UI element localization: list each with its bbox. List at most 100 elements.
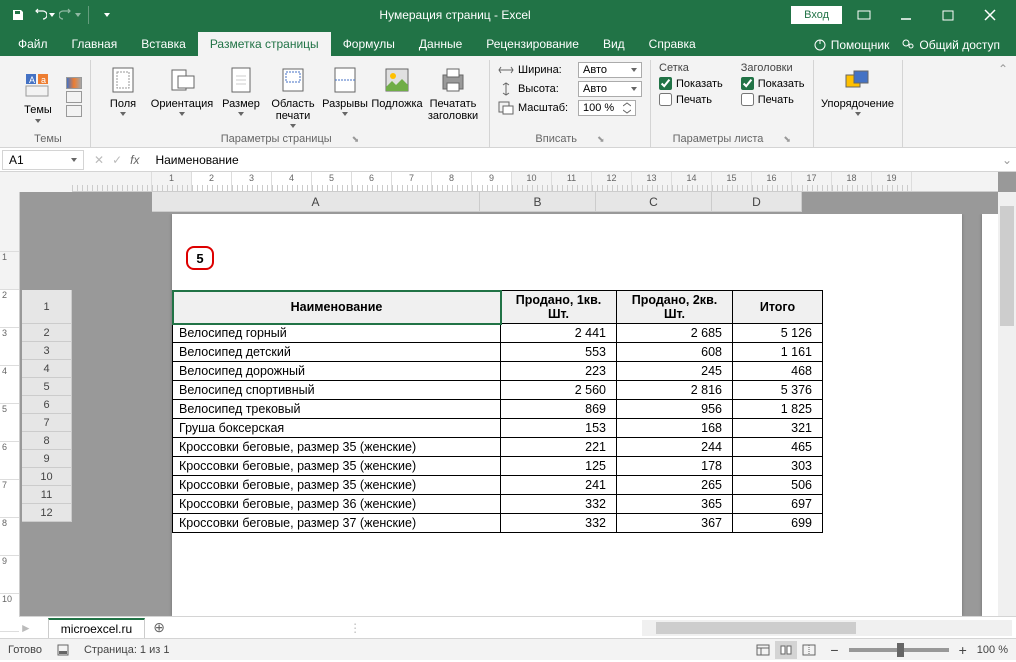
scale-spin[interactable]: 100 % [578, 100, 636, 116]
themes-button[interactable]: Aa Темы [14, 68, 62, 124]
minimize-icon[interactable] [886, 0, 926, 30]
expand-formula-icon[interactable]: ⌄ [998, 153, 1016, 167]
sheet-tab[interactable]: microexcel.ru [48, 618, 145, 638]
enter-formula-icon[interactable]: ✓ [112, 153, 122, 167]
group-sheet-options: Сетка Показать Печать Заголовки Показать… [651, 60, 814, 147]
zoom-in-icon[interactable]: + [959, 642, 967, 658]
data-table[interactable]: НаименованиеПродано, 1кв. Шт.Продано, 2к… [172, 290, 823, 533]
print-area-button[interactable]: Область печати [269, 62, 317, 130]
name-box[interactable]: A1 [2, 150, 84, 170]
svg-text:a: a [41, 75, 46, 85]
qat-customize-icon[interactable] [95, 3, 119, 27]
login-button[interactable]: Вход [791, 6, 842, 24]
row-header[interactable]: 5 [22, 378, 72, 396]
theme-fonts-icon[interactable] [66, 91, 82, 103]
title-bar: Нумерация страниц - Excel Вход [0, 0, 1016, 30]
status-ready: Готово [8, 644, 42, 656]
tab-home[interactable]: Главная [60, 32, 130, 56]
share-button[interactable]: Общий доступ [901, 38, 1000, 52]
tab-insert[interactable]: Вставка [129, 32, 198, 56]
headings-print-checkbox[interactable]: Печать [741, 93, 805, 106]
headings-heading: Заголовки [741, 62, 805, 74]
height-icon [498, 82, 514, 96]
tab-view[interactable]: Вид [591, 32, 637, 56]
vertical-scrollbar[interactable] [998, 192, 1016, 616]
group-label-themes: Темы [34, 133, 62, 145]
page-setup-launcher-icon[interactable]: ⬊ [352, 134, 360, 145]
size-button[interactable]: Размер [217, 62, 265, 118]
row-header[interactable]: 6 [22, 396, 72, 414]
insert-function-icon[interactable]: fx [130, 153, 139, 167]
row-header[interactable]: 4 [22, 360, 72, 378]
theme-colors-icon[interactable] [66, 77, 82, 89]
row-header[interactable]: 9 [22, 450, 72, 468]
column-header[interactable]: D [712, 192, 802, 212]
undo-icon[interactable] [32, 3, 56, 27]
new-sheet-icon[interactable]: ⊕ [149, 618, 169, 638]
tab-page-layout[interactable]: Разметка страницы [198, 32, 331, 56]
margins-button[interactable]: Поля [99, 62, 147, 118]
sheet-opts-launcher-icon[interactable]: ⬊ [783, 134, 791, 145]
zoom-out-icon[interactable]: − [830, 642, 838, 658]
group-label-page-setup: Параметры страницы [221, 133, 332, 145]
group-label-sheet-opts: Параметры листа [673, 133, 764, 145]
page-layout-view-icon[interactable] [775, 641, 797, 659]
row-header[interactable]: 7 [22, 414, 72, 432]
background-button[interactable]: Подложка [373, 62, 421, 112]
window-title: Нумерация страниц - Excel [119, 8, 791, 22]
vertical-ruler[interactable]: 12345678910 [0, 192, 20, 616]
sheet-nav-next-icon[interactable]: ► [20, 621, 32, 635]
close-icon[interactable] [970, 0, 1010, 30]
orientation-button[interactable]: Ориентация [151, 62, 213, 118]
ribbon-display-icon[interactable] [844, 0, 884, 30]
tab-data[interactable]: Данные [407, 32, 474, 56]
normal-view-icon[interactable] [752, 641, 774, 659]
column-header[interactable]: C [596, 192, 712, 212]
theme-effects-icon[interactable] [66, 105, 82, 117]
tell-me-button[interactable]: Помощник [813, 38, 890, 52]
gridlines-heading: Сетка [659, 62, 723, 74]
zoom-slider[interactable] [849, 648, 949, 652]
height-combo[interactable]: Авто [578, 81, 642, 97]
column-header[interactable]: B [480, 192, 596, 212]
headings-view-checkbox[interactable]: Показать [741, 77, 805, 90]
arrange-button[interactable]: Упорядочение [822, 62, 894, 118]
zoom-level[interactable]: 100 % [977, 644, 1008, 656]
breaks-button[interactable]: Разрывы [321, 62, 369, 118]
macro-record-icon[interactable] [56, 643, 70, 657]
row-header[interactable]: 8 [22, 432, 72, 450]
page-break-view-icon[interactable] [798, 641, 820, 659]
page-preview-next [982, 214, 998, 616]
row-header[interactable]: 1 [22, 290, 72, 324]
maximize-icon[interactable] [928, 0, 968, 30]
horizontal-scrollbar[interactable] [642, 620, 1012, 636]
tab-review[interactable]: Рецензирование [474, 32, 591, 56]
page-preview: 5 НаименованиеПродано, 1кв. Шт.Продано, … [172, 214, 962, 616]
ribbon-tabs: Файл Главная Вставка Разметка страницы Ф… [0, 30, 1016, 56]
tab-help[interactable]: Справка [637, 32, 708, 56]
formula-input[interactable]: Наименование [147, 151, 998, 169]
gridlines-print-checkbox[interactable]: Печать [659, 93, 723, 106]
row-header[interactable]: 11 [22, 486, 72, 504]
width-combo[interactable]: Авто [578, 62, 642, 78]
svg-text:A: A [29, 75, 35, 85]
column-header[interactable]: A [152, 192, 480, 212]
row-header[interactable]: 3 [22, 342, 72, 360]
gridlines-view-checkbox[interactable]: Показать [659, 77, 723, 90]
collapse-ribbon-icon[interactable]: ⌃ [996, 60, 1010, 147]
status-page: Страница: 1 из 1 [84, 644, 170, 656]
print-titles-button[interactable]: Печатать заголовки [425, 62, 481, 124]
horizontal-ruler[interactable]: 12345678910111213141516171819 [72, 172, 998, 192]
formula-bar: A1 ✕ ✓ fx Наименование ⌄ [0, 148, 1016, 172]
redo-icon[interactable] [58, 3, 82, 27]
row-header[interactable]: 2 [22, 324, 72, 342]
tab-file[interactable]: Файл [6, 32, 60, 56]
row-header[interactable]: 10 [22, 468, 72, 486]
cancel-formula-icon[interactable]: ✕ [94, 153, 104, 167]
status-bar: Готово Страница: 1 из 1 − + 100 % [0, 638, 1016, 660]
group-page-setup: Поля Ориентация Размер Область печати Ра… [91, 60, 490, 147]
tab-formulas[interactable]: Формулы [331, 32, 407, 56]
save-icon[interactable] [6, 3, 30, 27]
row-header[interactable]: 12 [22, 504, 72, 522]
scale-launcher-icon[interactable]: ⬊ [597, 134, 605, 145]
